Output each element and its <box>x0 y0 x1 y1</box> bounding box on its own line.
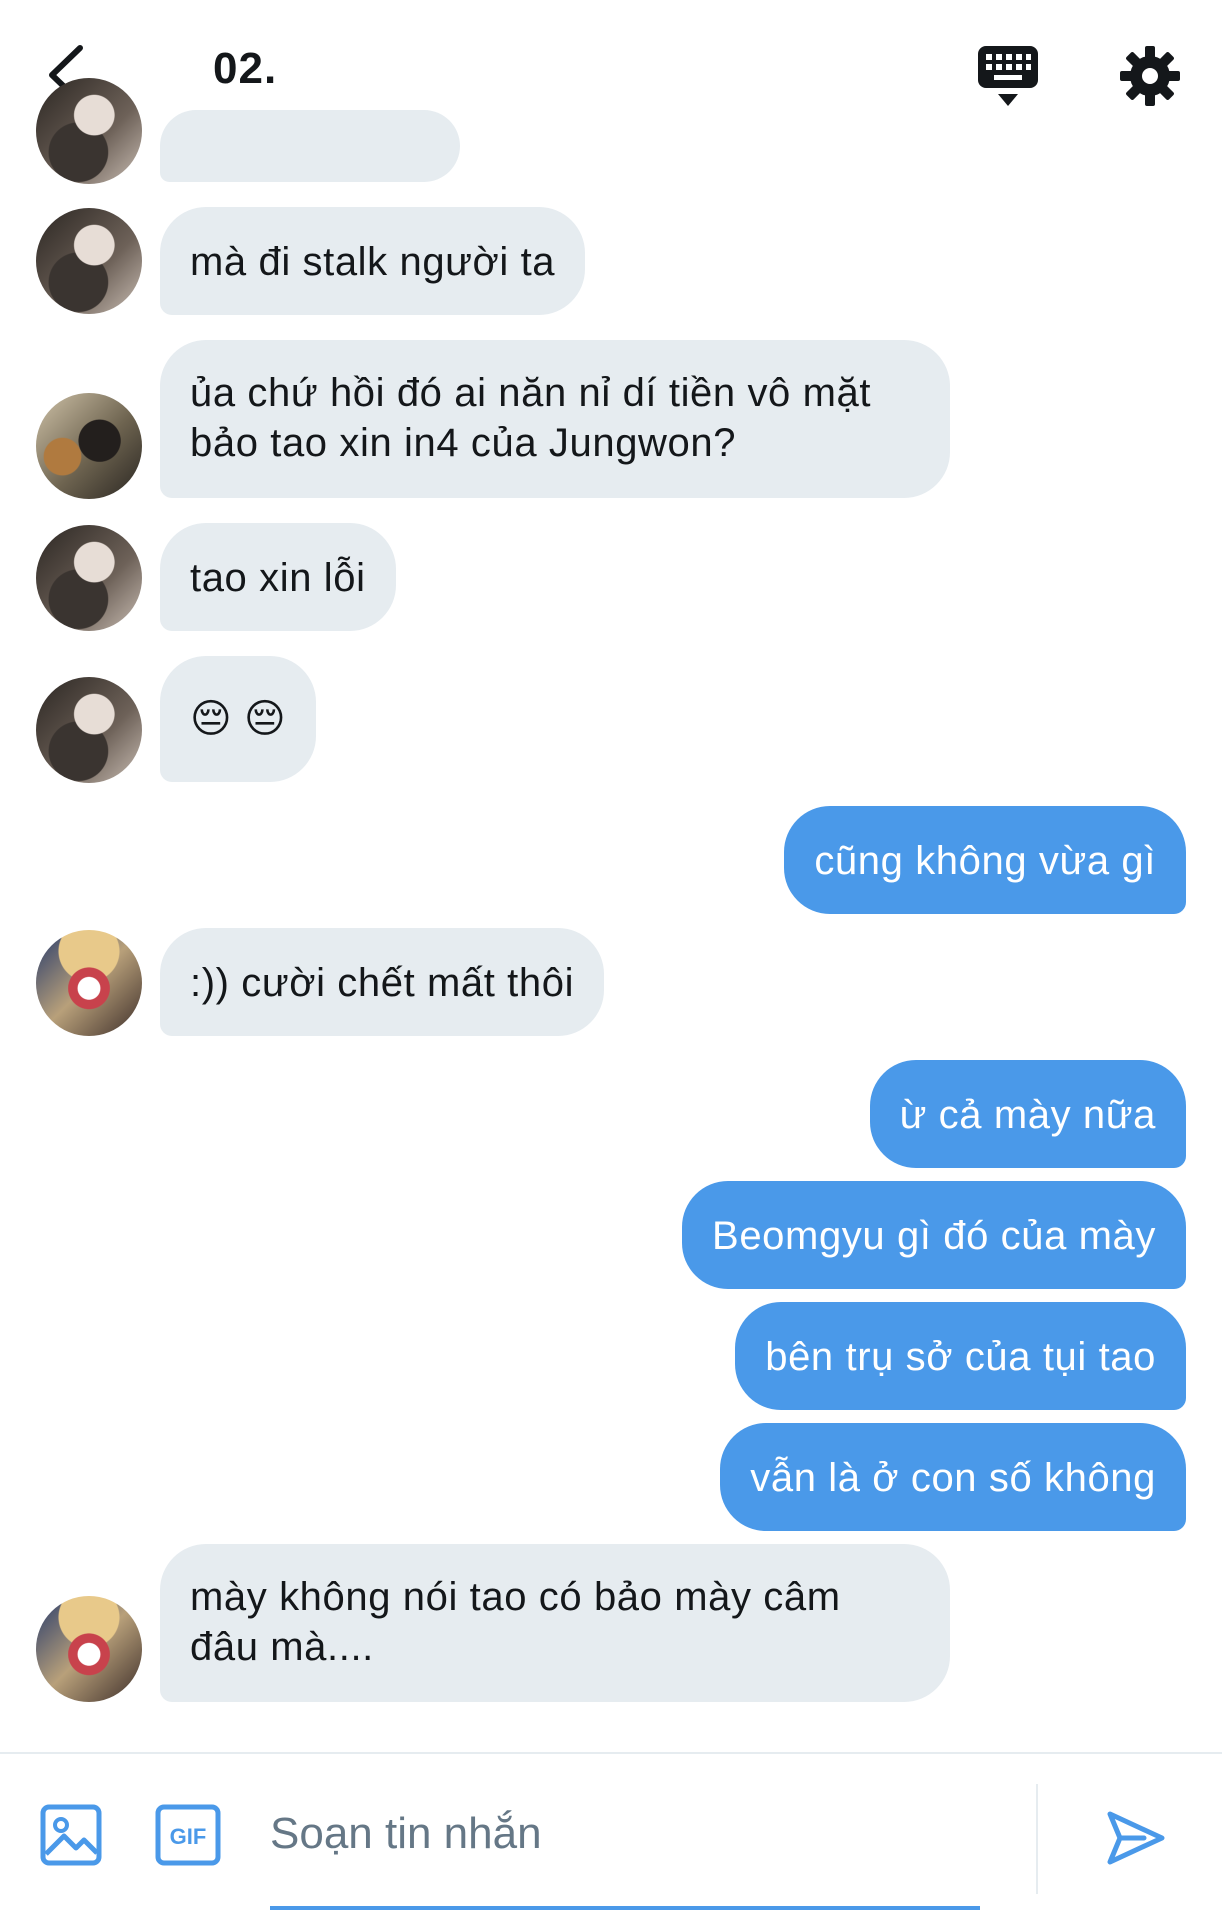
message-bubble: :)) cười chết mất thôi <box>160 928 605 1036</box>
avatar[interactable] <box>36 393 142 499</box>
keyboard-icon <box>978 46 1038 106</box>
settings-button[interactable] <box>1118 44 1182 108</box>
add-gif-button[interactable]: GIF <box>155 1804 221 1866</box>
keyboard-shortcuts-button[interactable] <box>976 44 1040 110</box>
message-bubble: mà đi stalk người ta <box>160 207 586 315</box>
message-bubble-sent: bên trụ sở của tụi tao <box>735 1302 1186 1410</box>
svg-text:GIF: GIF <box>170 1824 207 1849</box>
message-bubble-partial <box>160 110 460 182</box>
avatar[interactable] <box>36 525 142 631</box>
message-text: bên trụ sở của tụi tao <box>765 1335 1156 1379</box>
message-text: 😔 😔 <box>190 697 287 741</box>
divider <box>1036 1784 1038 1894</box>
message-text: mày không nói tao có bảo mày câm đâu mà.… <box>190 1575 841 1669</box>
message-text: Beomgyu gì đó của mày <box>712 1214 1156 1258</box>
message-bubble-sent: cũng không vừa gì <box>784 806 1186 914</box>
gif-icon: GIF <box>155 1804 221 1866</box>
send-button[interactable] <box>1104 1806 1168 1870</box>
message-text: ủa chứ hồi đó ai năn nỉ dí tiền vô mặt b… <box>190 371 872 465</box>
message-bubble: ủa chứ hồi đó ai năn nỉ dí tiền vô mặt b… <box>160 340 950 498</box>
avatar[interactable] <box>36 677 142 783</box>
gear-icon <box>1120 46 1180 106</box>
conversation-title: 02. <box>213 44 278 93</box>
message-bubble-sent: vẫn là ở con số không <box>720 1423 1186 1531</box>
send-icon <box>1107 1811 1165 1865</box>
message-text: :)) cười chết mất thôi <box>190 961 575 1005</box>
message-text: ừ cả mày nữa <box>899 1093 1156 1137</box>
message-text: tao xin lỗi <box>190 556 366 600</box>
message-bubble: tao xin lỗi <box>160 523 396 631</box>
input-underline <box>270 1906 980 1910</box>
message-bubble-sent: Beomgyu gì đó của mày <box>682 1181 1186 1289</box>
message-text: mà đi stalk người ta <box>190 240 556 284</box>
avatar[interactable] <box>36 78 142 184</box>
message-bubble-sent: ừ cả mày nữa <box>869 1060 1186 1168</box>
avatar[interactable] <box>36 208 142 314</box>
image-icon <box>40 1804 102 1866</box>
avatar[interactable] <box>36 1596 142 1702</box>
message-text: vẫn là ở con số không <box>750 1456 1156 1500</box>
message-bubble: mày không nói tao có bảo mày câm đâu mà.… <box>160 1544 950 1702</box>
add-photo-button[interactable] <box>40 1804 102 1866</box>
message-input[interactable] <box>270 1794 980 1874</box>
message-text: cũng không vừa gì <box>814 839 1156 883</box>
avatar[interactable] <box>36 930 142 1036</box>
message-composer: GIF <box>0 1752 1222 1922</box>
message-bubble: 😔 😔 <box>160 656 317 782</box>
